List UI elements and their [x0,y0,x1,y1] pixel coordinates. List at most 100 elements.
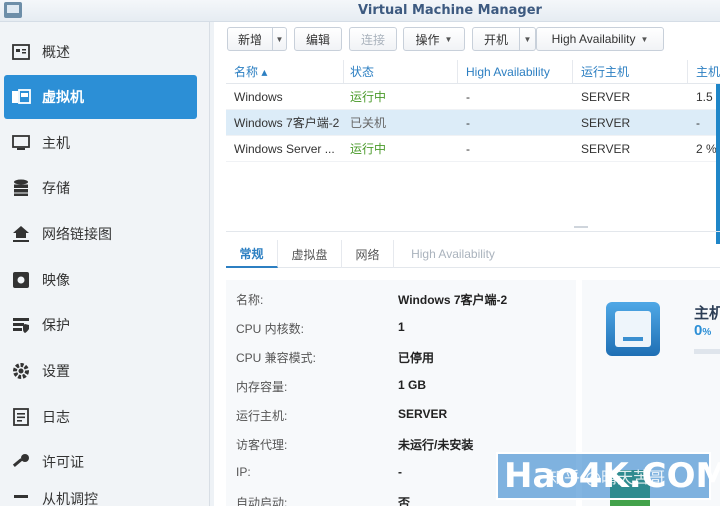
app-logo-icon [4,2,22,18]
chevron-down-icon: ▼ [275,34,284,44]
detail-value: 1 GB [398,378,427,392]
vm-host-icon [606,302,660,356]
column-header-status[interactable]: 状态 [342,60,458,83]
settings-icon [10,360,32,382]
title-bar: Virtual Machine Manager [0,0,720,22]
more-icon [10,488,32,506]
chevron-down-icon: ▼ [523,34,532,44]
detail-label: 访客代理: [236,438,288,452]
chevron-down-icon: ▼ [640,34,649,44]
vm-name: Windows [234,89,283,104]
sidebar-item-settings[interactable]: 设置 [4,349,197,393]
vm-running-host: SERVER [581,89,631,104]
detail-label: 内存容量: [236,380,288,394]
column-header-running-host[interactable]: 运行主机 [573,60,688,83]
host-icon [10,132,32,154]
protection-icon [10,314,32,336]
vm-ha: - [466,115,470,130]
table-row[interactable]: Windows 7客户端-2 已关机 - SERVER - [226,110,720,136]
column-header-name[interactable]: 名称 ▴ [226,60,344,83]
host-percent-unit: % [702,327,712,338]
sidebar-item-more[interactable]: 从机调控 [4,484,197,506]
sidebar-item-label: 日志 [42,409,70,425]
power-on-button[interactable]: 开机 [472,27,520,51]
chevron-down-icon: ▼ [444,34,453,44]
sidebar-item-storage[interactable]: 存储 [4,166,197,210]
action-label: 操作 [415,32,440,47]
table-row[interactable]: Windows 运行中 - SERVER 1.5 [226,84,720,110]
image-icon [10,269,32,291]
sidebar-item-license[interactable]: 许可证 [4,440,197,484]
vm-ha: - [466,89,470,104]
power-on-dropdown-button[interactable]: ▼ [520,27,536,51]
detail-label: 名称: [236,293,264,307]
column-header-ha[interactable]: High Availability [458,60,573,83]
vm-running-host: SERVER [581,141,631,156]
sidebar-item-log[interactable]: 日志 [4,395,197,439]
tab-high-availability[interactable]: High Availability [394,240,512,268]
sidebar-item-protection[interactable]: 保护 [4,303,197,347]
storage-icon [10,177,32,199]
vm-ha: - [466,141,470,156]
sidebar-item-image[interactable]: 映像 [4,258,197,302]
ha-label: High Availability [551,32,636,46]
detail-row-name: 名称: Windows 7客户端-2 [226,284,576,312]
high-availability-button[interactable]: High Availability ▼ [536,27,664,51]
detail-row-memory: 内存容量: 1 GB [226,371,576,399]
table-row[interactable]: Windows Server ... 运行中 - SERVER 2 % [226,136,720,162]
vm-name: Windows Server ... [234,141,335,156]
sidebar-item-label: 设置 [42,363,70,379]
virtual-machine-icon [10,86,32,108]
overview-icon [10,41,32,63]
detail-value: Windows 7客户端-2 [398,293,508,307]
sidebar-item-label: 映像 [42,272,70,288]
edit-button[interactable]: 编辑 [294,27,342,51]
sidebar-item-label: 网络链接图 [42,226,112,242]
network-icon [10,223,32,245]
table-scrollbar[interactable] [716,84,720,244]
sidebar-item-label: 虚拟机 [42,89,84,105]
connect-button[interactable]: 连接 [349,27,397,51]
sidebar-item-label: 保护 [42,317,70,333]
sidebar: 概述 虚拟机 主机 存储 网络链接图 映像 保护 设置 日志 许可证 从机调控 [0,22,210,506]
detail-label: 自动启动: [236,496,288,506]
detail-row-cpu-cores: CPU 内核数: 1 [226,313,576,341]
sidebar-item-label: 主机 [42,135,70,151]
new-dropdown-button[interactable]: ▼ [273,27,287,51]
vm-running-host: SERVER [581,115,631,130]
panel-splitter[interactable] [226,222,720,232]
detail-label: CPU 兼容模式: [236,351,317,365]
license-icon [10,451,32,473]
vm-name: Windows 7客户端-2 [234,116,340,130]
detail-row-running-host: 运行主机: SERVER [226,400,576,428]
tab-virtual-disk[interactable]: 虚拟盘 [278,240,342,268]
detail-label: 运行主机: [236,409,288,423]
log-icon [10,406,32,428]
sidebar-item-label: 概述 [42,44,70,60]
detail-value: 未运行/未安装 [398,438,474,452]
tab-network[interactable]: 网络 [342,240,394,268]
host-card-title: 主机 [694,305,720,322]
detail-label: CPU 内核数: [236,322,305,336]
sidebar-item-virtual-machine[interactable]: 虚拟机 [4,75,197,119]
vm-status: 运行中 [350,90,387,104]
vm-table: 名称 ▴ 状态 High Availability 运行主机 主机 Window… [226,60,720,162]
sidebar-item-host[interactable]: 主机 [4,121,197,165]
detail-value: 已停用 [398,351,435,365]
detail-value: 1 [398,320,405,334]
action-button[interactable]: 操作 ▼ [403,27,465,51]
main-panel: 新增 ▼ 编辑 连接 操作 ▼ 开机 ▼ High Availability ▼ 名… [214,22,720,506]
watermark-text: 知乎 @晴天苦哥 [548,468,666,487]
detail-value: 否 [398,496,411,506]
detail-value: SERVER [398,407,448,421]
sidebar-item-overview[interactable]: 概述 [4,30,197,74]
sidebar-item-label: 从机调控 [42,491,98,506]
tab-general[interactable]: 常规 [226,240,278,268]
column-header-host[interactable]: 主机 [688,60,720,83]
new-button[interactable]: 新增 [227,27,273,51]
host-card-percent: 0% [694,322,711,339]
app-title: Virtual Machine Manager [358,3,542,18]
detail-value: - [398,465,402,479]
sidebar-item-network[interactable]: 网络链接图 [4,212,197,256]
vm-status: 运行中 [350,142,387,156]
